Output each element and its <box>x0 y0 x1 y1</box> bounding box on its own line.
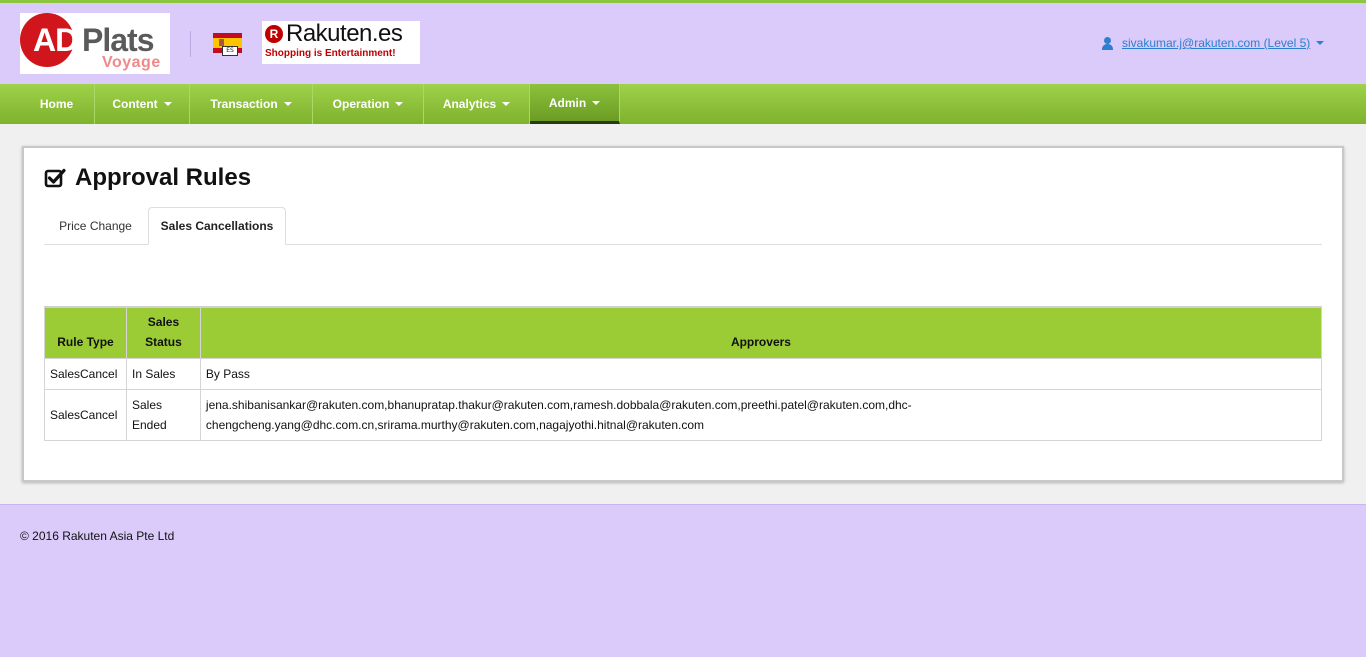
rule-tabs: Price Change Sales Cancellations <box>44 207 1322 245</box>
nav-content[interactable]: Content <box>95 84 190 124</box>
user-icon <box>1101 36 1114 50</box>
tab-price-change[interactable]: Price Change <box>44 207 147 245</box>
tab-sales-cancellations[interactable]: Sales Cancellations <box>148 207 286 245</box>
page-title-text: Approval Rules <box>75 164 252 191</box>
nav-admin[interactable]: Admin <box>530 84 620 124</box>
status-line: In Sales <box>131 366 176 381</box>
user-icon-body <box>1102 43 1113 50</box>
cell-approvers: jena.shibanisankar@rakuten.com,bhanuprat… <box>199 388 1323 441</box>
header-line: Status <box>145 334 182 349</box>
column-header-sales-status: Sales Status <box>125 306 201 359</box>
logo-plats-text: Plats <box>82 22 154 58</box>
user-email-link[interactable]: sivakumar.j@rakuten.com (Level 5) <box>1122 36 1310 50</box>
rakuten-mark-icon: R <box>265 25 283 43</box>
user-account-menu[interactable]: sivakumar.j@rakuten.com (Level 5) <box>1101 36 1325 50</box>
header-line: Sales <box>147 314 180 329</box>
rakuten-tagline: Shopping is Entertainment! <box>265 48 396 59</box>
nav-home[interactable]: Home <box>19 84 95 124</box>
header-divider <box>190 31 191 57</box>
caret-down-icon <box>283 102 292 106</box>
logo-voyage-text: Voyage <box>102 54 161 71</box>
chevron-down-icon <box>1316 41 1325 45</box>
rakuten-name: Rakuten <box>286 20 372 47</box>
copyright-text: © 2016 Rakuten Asia Pte Ltd <box>20 529 175 543</box>
caret-down-icon <box>592 100 601 105</box>
nav-content-label: Content <box>112 97 158 111</box>
approvers-line: jena.shibanisankar@rakuten.com,bhanuprat… <box>205 397 912 412</box>
rakuten-tld: .es <box>371 20 403 47</box>
approvers-line: chengcheng.yang@dhc.com.cn,srirama.murth… <box>205 417 705 432</box>
table-row: SalesCancel In Sales By Pass <box>44 357 1323 390</box>
approval-rules-panel: Approval Rules Price Change Sales Cancel… <box>22 146 1344 482</box>
nav-analytics[interactable]: Analytics <box>424 84 530 124</box>
tab-sales-cancellations-label: Sales Cancellations <box>160 219 274 233</box>
user-icon-head <box>1104 36 1111 44</box>
cell-sales-status: In Sales <box>125 357 201 390</box>
column-header-rule-type: Rule Type <box>44 306 127 359</box>
flag-crest <box>219 39 224 46</box>
approval-rules-table: Rule Type Sales Status Approvers SalesCan… <box>44 306 1323 441</box>
rakuten-wordmark: Rakuten.es <box>286 20 403 47</box>
caret-down-icon <box>502 102 511 106</box>
cell-approvers: By Pass <box>199 357 1323 390</box>
flag-country-code: ES <box>222 46 238 56</box>
nav-operation[interactable]: Operation <box>313 84 424 124</box>
approvers-line: By Pass <box>205 366 250 381</box>
nav-admin-label: Admin <box>548 95 587 110</box>
adplats-logo[interactable]: AD Plats Voyage <box>20 13 170 74</box>
caret-down-icon <box>163 102 172 106</box>
status-line: Ended <box>131 417 167 432</box>
logo-ad-text: AD <box>33 22 78 58</box>
spain-flag-icon[interactable]: ES <box>213 33 242 56</box>
nav-home-label: Home <box>39 97 74 111</box>
tab-price-change-label: Price Change <box>59 219 132 233</box>
table-header-row: Rule Type Sales Status Approvers <box>44 306 1323 359</box>
cell-rule-type: SalesCancel <box>44 388 127 441</box>
header: AD Plats Voyage ES R Rakuten.es Shopping… <box>0 3 1366 84</box>
nav-operation-label: Operation <box>332 97 390 111</box>
caret-down-icon <box>395 102 404 106</box>
nav-analytics-label: Analytics <box>442 97 497 111</box>
page-title: Approval Rules <box>44 162 251 194</box>
status-line: Sales <box>131 397 163 412</box>
rakuten-es-logo[interactable]: R Rakuten.es Shopping is Entertainment! <box>262 21 420 64</box>
table-row: SalesCancel Sales Ended jena.shibanisanka… <box>44 388 1323 441</box>
cell-rule-type: SalesCancel <box>44 357 127 390</box>
cell-sales-status: Sales Ended <box>125 388 201 441</box>
nav-transaction[interactable]: Transaction <box>190 84 313 124</box>
main-navbar: Home Content Transaction Operation Analy… <box>0 84 1366 124</box>
footer: © 2016 Rakuten Asia Pte Ltd <box>0 504 1366 657</box>
checkbox-checked-icon <box>44 168 66 188</box>
column-header-approvers: Approvers <box>199 306 1323 359</box>
nav-transaction-label: Transaction <box>210 97 278 111</box>
